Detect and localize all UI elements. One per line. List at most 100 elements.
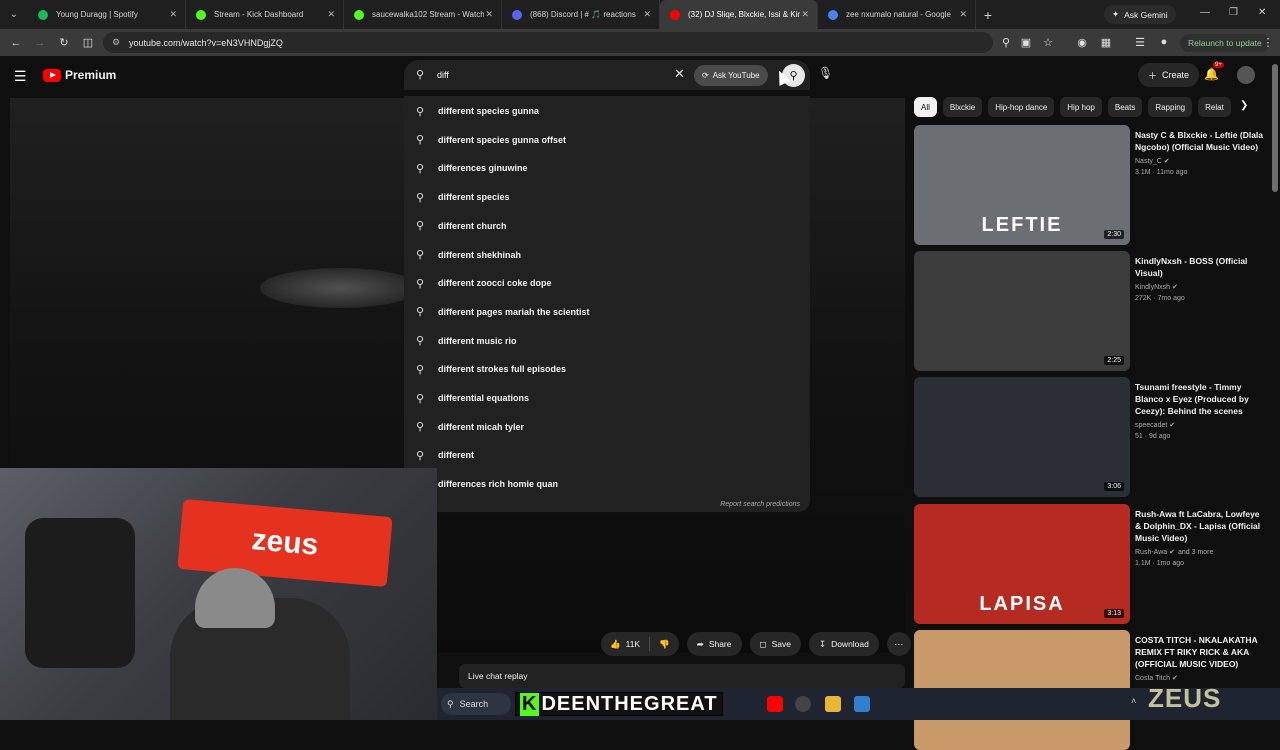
recommendation-item[interactable]: 3:06 Tsunami freestyle - Timmy Blanco x E… (914, 377, 1270, 497)
suggestion-item[interactable]: ⚲ different micah tyler (404, 413, 810, 441)
site-info-icon[interactable]: ⚙ (112, 37, 120, 48)
zeus-banner: zeus (177, 498, 393, 588)
suggestion-item[interactable]: ⚲differences rich homie quan (404, 470, 810, 498)
filter-chip[interactable]: Blxckie (942, 97, 983, 117)
folder-taskbar-icon[interactable] (825, 696, 841, 712)
menu-icon[interactable]: ☰ (14, 68, 27, 85)
browser-tab[interactable]: Young Duragg | Spotify ✕ (28, 0, 186, 29)
youtube-taskbar-icon[interactable] (767, 696, 783, 712)
reload-icon[interactable]: ↻ (52, 36, 76, 49)
close-tab-icon[interactable]: ✕ (327, 9, 335, 20)
install-icon[interactable]: ▣ (1014, 36, 1038, 49)
video-thumbnail[interactable]: LEFTIE 2:30 (914, 125, 1130, 245)
tab-favicon-icon (828, 9, 838, 20)
video-thumbnail[interactable]: 3:06 (914, 377, 1130, 497)
suggestion-item[interactable]: ⚲ different pages mariah the scientist (404, 298, 810, 326)
suggestion-item[interactable]: ⚲ different species gunna (404, 97, 810, 125)
bookmark-star-icon[interactable]: ☆ (1036, 36, 1060, 49)
suggestion-item[interactable]: ⚲ different species gunna offset (404, 126, 810, 154)
tab-search-icon[interactable]: ⌄ (0, 0, 28, 29)
more-actions-icon[interactable]: ⋯ (886, 632, 911, 656)
obs-taskbar-icon[interactable] (795, 696, 811, 712)
browser-menu-icon[interactable]: ⋮ (1256, 36, 1280, 49)
avatar[interactable] (1237, 66, 1255, 84)
new-tab-button[interactable]: + (976, 7, 1000, 23)
share-button[interactable]: ➦ Share (686, 632, 742, 656)
taskbar-search[interactable]: ⚲ Search (441, 693, 511, 715)
create-button[interactable]: ＋ Create (1138, 63, 1200, 87)
suggestion-item[interactable]: ⚲ different church (404, 212, 810, 240)
clear-search-icon[interactable]: ✕ (674, 66, 685, 82)
recommendation-item[interactable]: LEFTIE 2:30 Nasty C & Blxckie - Leftie (Dl… (914, 125, 1270, 245)
restore-icon[interactable]: ❐ (1229, 7, 1238, 18)
profile-icon[interactable]: ● (1152, 36, 1176, 48)
video-title[interactable]: COSTA TITCH - NKALAKATHA REMIX FT RIKY R… (1135, 634, 1265, 670)
channel-name[interactable]: Rush-Awa ✔ and 3 more (1135, 548, 1213, 556)
like-dislike-group: 👍 11K 👎 (601, 632, 679, 656)
extension-icon[interactable]: ◉ (1070, 36, 1094, 49)
search-input[interactable] (437, 67, 667, 82)
suggestion-item[interactable]: ⚲ different (404, 441, 810, 469)
suggestion-item[interactable]: ⚲ differences ginuwine (404, 154, 810, 182)
download-button[interactable]: ↧ Download (808, 632, 879, 656)
dislike-button[interactable]: 👎 (650, 639, 679, 650)
suggestion-item[interactable]: ⚲ different strokes full episodes (404, 355, 810, 383)
suggestion-item[interactable]: ⚲ different music rio (404, 327, 810, 355)
reading-list-icon[interactable]: ☰ (1128, 36, 1152, 49)
notifications-icon[interactable]: 🔔 9+ (1204, 62, 1224, 81)
video-thumbnail[interactable]: LAPISA 3:13 (914, 504, 1130, 624)
sidebar-icon[interactable]: ◫ (76, 36, 100, 49)
filter-chip[interactable]: Rapping (1148, 97, 1193, 117)
filter-chip[interactable]: All (914, 97, 937, 117)
live-chat-replay[interactable]: Live chat replay (459, 664, 905, 688)
save-button[interactable]: ◻ Save (749, 632, 801, 656)
like-button[interactable]: 👍 11K (601, 639, 649, 650)
channel-name[interactable]: Nasty_C ✔ (1135, 157, 1170, 165)
close-tab-icon[interactable]: ✕ (801, 9, 809, 20)
filter-chip[interactable]: Relat (1198, 97, 1231, 117)
channel-name[interactable]: speecadet ✔ (1135, 421, 1175, 429)
ask-youtube-button[interactable]: ⟳ Ask YouTube (694, 65, 768, 86)
close-tab-icon[interactable]: ✕ (169, 9, 177, 20)
suggestion-item[interactable]: ⚲ different zoocci coke dope (404, 269, 810, 297)
close-tab-icon[interactable]: ✕ (959, 9, 967, 20)
channel-name[interactable]: Costa Titch ✔ (1135, 674, 1178, 682)
filter-chip[interactable]: Beats (1107, 97, 1143, 117)
back-icon[interactable]: ← (4, 37, 28, 49)
url-field[interactable]: ⚙ youtube.com/watch?v=eN3VHNDgjZQ (103, 32, 993, 53)
chevron-right-icon[interactable]: ❯ (1240, 100, 1248, 111)
puzzle-icon[interactable]: ▦ (1094, 36, 1118, 49)
browser-tab[interactable]: (32) DJ Sliqe, Blxckie, Issi & Kin ✕ (660, 0, 818, 29)
microphone-icon[interactable]: 🎙 (818, 66, 833, 80)
suggestion-item[interactable]: ⚲ different shekhinah (404, 241, 810, 269)
browser-tab[interactable]: Stream - Kick Dashboard ✕ (186, 0, 344, 29)
close-window-icon[interactable]: ✕ (1258, 7, 1266, 18)
chevron-up-icon[interactable]: ˄ (1131, 696, 1141, 712)
recommendation-item[interactable]: LAPISA 3:13 Rush-Awa ft LaCabra, Lowfeye &… (914, 504, 1270, 624)
scrollbar[interactable] (1272, 64, 1278, 192)
filter-chip[interactable]: Hip-hop dance (988, 97, 1055, 117)
channel-name[interactable]: KindlyNxsh ✔ (1135, 283, 1178, 291)
filter-chip[interactable]: Hip hop (1060, 97, 1102, 117)
video-thumbnail[interactable]: 2:25 (914, 251, 1130, 371)
report-predictions-link[interactable]: Report search predictions (720, 501, 800, 508)
video-title[interactable]: Tsunami freestyle - Timmy Blanco x Eyez … (1135, 381, 1265, 417)
forward-icon[interactable]: → (28, 37, 52, 49)
browser-tab[interactable]: saucewalka102 Stream - Watch ✕ (344, 0, 502, 29)
close-tab-icon[interactable]: ✕ (643, 9, 651, 20)
suggestion-item[interactable]: ⚲ different species (404, 183, 810, 211)
ask-gemini-button[interactable]: ✦ Ask Gemini (1104, 5, 1176, 24)
browser-tab[interactable]: zee nxumalo natural - Google ✕ (818, 0, 976, 29)
suggestion-item[interactable]: ⚲ differential equations (404, 384, 810, 412)
youtube-play-icon (43, 68, 61, 82)
browser-tab[interactable]: (868) Discord | # 🎵 reactions ✕ (502, 0, 660, 29)
video-title[interactable]: Nasty C & Blxckie - Leftie (Dlala Ngcobo… (1135, 129, 1265, 153)
recommendation-item[interactable]: 2:25 KindlyNxsh - BOSS (Official Visual) K… (914, 251, 1270, 371)
close-tab-icon[interactable]: ✕ (485, 9, 493, 20)
video-title[interactable]: Rush-Awa ft LaCabra, Lowfeye & Dolphin_D… (1135, 508, 1265, 544)
app-taskbar-icon[interactable] (854, 696, 870, 712)
channel-name-text: Nasty_C (1135, 158, 1162, 165)
video-title[interactable]: KindlyNxsh - BOSS (Official Visual) (1135, 255, 1265, 279)
youtube-logo[interactable]: Premium (43, 68, 116, 82)
minimize-icon[interactable]: — (1200, 7, 1210, 18)
